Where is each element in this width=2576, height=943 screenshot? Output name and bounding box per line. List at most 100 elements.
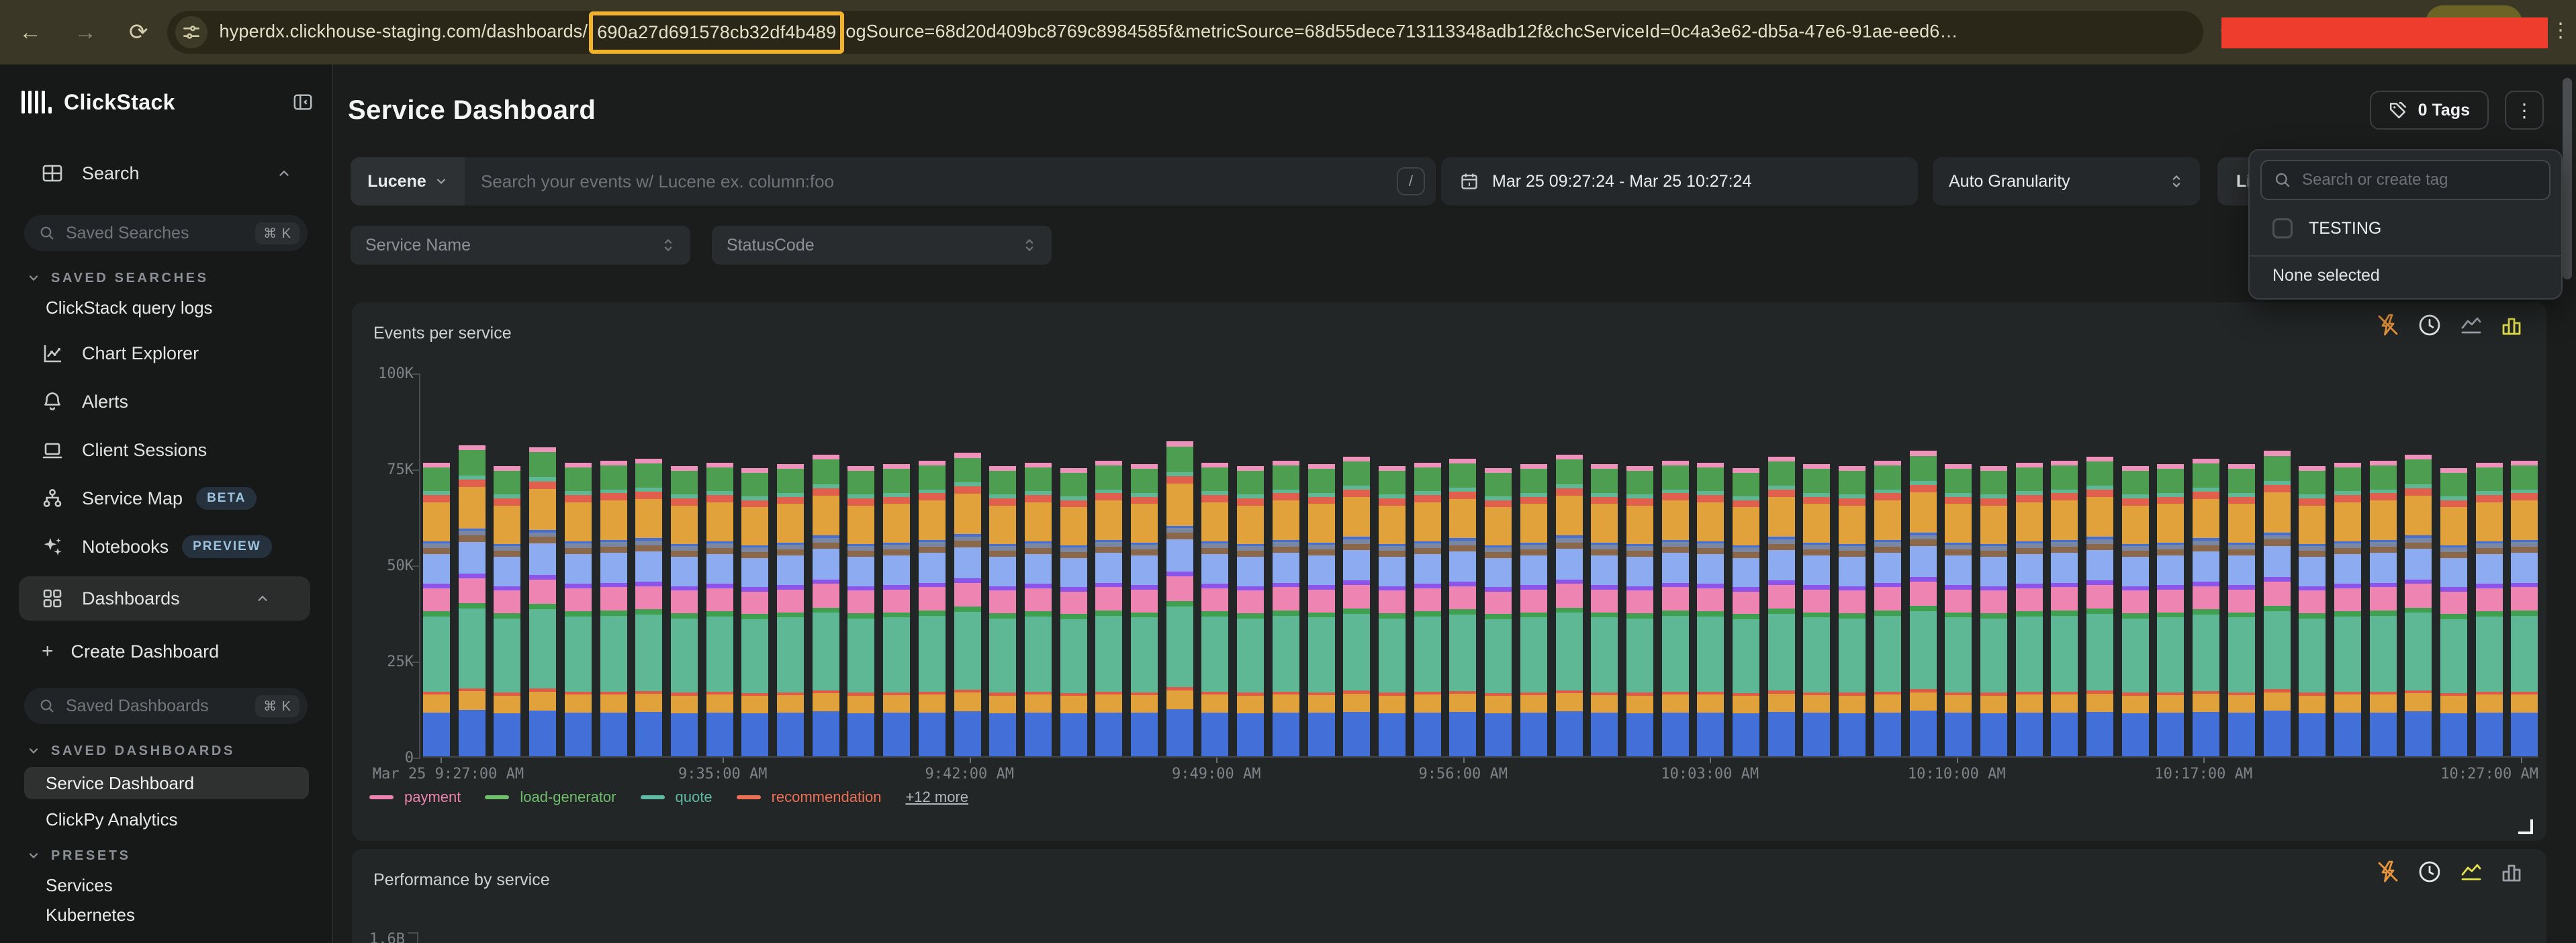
saved-dashboard-item-clickpy-analytics[interactable]: ClickPy Analytics	[0, 810, 332, 829]
bar-column[interactable]	[1060, 468, 1087, 756]
clock-icon[interactable]	[2418, 860, 2442, 884]
bar-column[interactable]	[2016, 463, 2043, 756]
bar-chart-icon[interactable]	[2501, 860, 2525, 884]
saved-search-item-clickstack-query-logs[interactable]: ClickStack query logs	[0, 298, 332, 317]
tags-button[interactable]: 0 Tags	[2370, 91, 2489, 130]
bar-column[interactable]	[1733, 468, 1759, 756]
scrollbar-thumb[interactable]	[2563, 78, 2572, 279]
site-settings-icon[interactable]	[175, 16, 208, 48]
bar-column[interactable]	[1556, 455, 1583, 756]
bar-column[interactable]	[2334, 463, 2361, 756]
bar-column[interactable]	[2299, 466, 2326, 756]
bar-column[interactable]	[1980, 466, 2007, 756]
bar-column[interactable]	[2122, 466, 2149, 756]
bar-column[interactable]	[1343, 457, 1370, 756]
bar-column[interactable]	[2228, 464, 2255, 756]
bar-column[interactable]	[1626, 466, 1653, 756]
bar-column[interactable]	[1201, 463, 1228, 756]
bar-column[interactable]	[1131, 464, 1158, 756]
sidebar-item-chart-explorer[interactable]: Chart Explorer	[0, 334, 332, 372]
bar-column[interactable]	[2264, 451, 2291, 756]
back-icon[interactable]: ←	[19, 19, 42, 46]
bar-column[interactable]	[1910, 451, 1937, 756]
bar-column[interactable]	[777, 464, 804, 756]
bar-column[interactable]	[1273, 461, 1299, 756]
saved-dashboards-header[interactable]: SAVED DASHBOARDS	[0, 742, 332, 760]
sidebar-item-alerts[interactable]: Alerts	[0, 383, 332, 420]
bar-column[interactable]	[529, 447, 556, 756]
reload-icon[interactable]: ⟳	[129, 19, 148, 46]
chevron-up-icon[interactable]	[277, 166, 291, 181]
bar-column[interactable]	[883, 464, 910, 756]
bar-column[interactable]	[635, 459, 662, 756]
legend-item-quote[interactable]: quote	[641, 789, 712, 806]
sidebar-item-search[interactable]: Search	[0, 156, 332, 191]
bar-column[interactable]	[1945, 464, 1972, 756]
bar-column[interactable]	[1237, 466, 1264, 756]
dashboard-menu-button[interactable]: ⋮	[2505, 91, 2544, 130]
browser-menu-icon[interactable]: ⋮	[2550, 19, 2571, 42]
saved-searches-header[interactable]: SAVED SEARCHES	[0, 269, 332, 287]
bar-column[interactable]	[1025, 463, 1052, 756]
tag-option-testing[interactable]: TESTING	[2260, 211, 2550, 246]
bar-column[interactable]	[2051, 461, 2078, 756]
bar-column[interactable]	[1379, 466, 1406, 756]
url-bar[interactable]: hyperdx.clickhouse-staging.com/dashboard…	[167, 11, 2203, 54]
bar-column[interactable]	[671, 466, 698, 756]
bar-column[interactable]	[989, 466, 1016, 756]
bar-column[interactable]	[1520, 464, 1547, 756]
query-language-select[interactable]: Lucene	[351, 157, 465, 206]
bar-column[interactable]	[847, 466, 874, 756]
bar-column[interactable]	[2405, 455, 2432, 756]
bar-column[interactable]	[1697, 463, 1724, 756]
bar-column[interactable]	[1485, 468, 1512, 756]
bar-column[interactable]	[1449, 459, 1476, 756]
status-code-filter[interactable]: StatusCode	[712, 226, 1052, 265]
sidebar-item-service-map[interactable]: Service MapBETA	[0, 480, 332, 517]
bar-chart-icon[interactable]	[2501, 313, 2525, 337]
presets-header[interactable]: PRESETS	[0, 846, 332, 865]
bar-column[interactable]	[1591, 464, 1618, 756]
service-name-filter[interactable]: Service Name	[351, 226, 690, 265]
chevron-up-icon[interactable]	[255, 591, 270, 606]
panel-resize-handle[interactable]	[2518, 819, 2533, 834]
legend-item-load-generator[interactable]: load-generator	[485, 789, 616, 806]
bar-column[interactable]	[423, 463, 450, 756]
bar-column[interactable]	[2440, 468, 2467, 756]
sidebar-item-notebooks[interactable]: NotebooksPREVIEW	[0, 528, 332, 566]
preset-item-kubernetes[interactable]: Kubernetes	[0, 905, 332, 924]
bar-column[interactable]	[1874, 461, 1901, 756]
preset-item-services[interactable]: Services	[0, 876, 332, 895]
bar-column[interactable]	[459, 445, 486, 756]
bar-column[interactable]	[2511, 461, 2538, 756]
bar-column[interactable]	[813, 455, 839, 756]
create-dashboard-button[interactable]: + Create Dashboard	[0, 637, 332, 666]
bar-column[interactable]	[954, 453, 981, 756]
granularity-select[interactable]: Auto Granularity	[1933, 157, 2200, 206]
bar-column[interactable]	[565, 463, 592, 756]
line-chart-icon[interactable]	[2459, 313, 2483, 337]
bar-column[interactable]	[2476, 463, 2503, 756]
bar-column[interactable]	[1662, 461, 1689, 756]
sidebar-item-client-sessions[interactable]: Client Sessions	[0, 431, 332, 469]
tag-search-input[interactable]	[2302, 171, 2537, 189]
bar-column[interactable]	[2193, 459, 2219, 756]
bar-column[interactable]	[1768, 457, 1795, 756]
line-chart-icon[interactable]	[2459, 860, 2483, 884]
legend-item-recommendation[interactable]: recommendation	[737, 789, 882, 806]
bar-column[interactable]	[1803, 464, 1830, 756]
bar-column[interactable]	[741, 468, 768, 756]
bar-column[interactable]	[1414, 463, 1441, 756]
sidebar-item-dashboards[interactable]: Dashboards	[19, 576, 310, 621]
saved-dashboards-input[interactable]: Saved Dashboards ⌘ K	[24, 688, 308, 724]
bar-column[interactable]	[706, 463, 733, 756]
saved-searches-input[interactable]: Saved Searches ⌘ K	[24, 215, 308, 251]
bar-column[interactable]	[1839, 466, 1866, 756]
checkbox[interactable]	[2272, 218, 2293, 238]
event-search-input[interactable]	[465, 171, 1397, 192]
alert-disabled-icon[interactable]	[2376, 313, 2400, 337]
forward-icon[interactable]: →	[74, 19, 97, 46]
sidebar-collapse-icon[interactable]	[293, 92, 313, 112]
legend-more-link[interactable]: +12 more	[905, 789, 968, 806]
bar-column[interactable]	[2157, 464, 2184, 756]
